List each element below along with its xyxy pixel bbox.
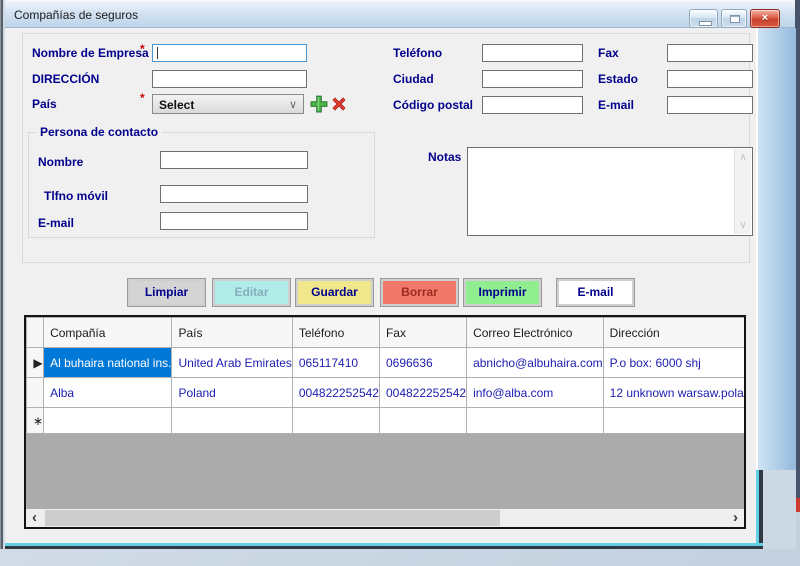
chevron-down-icon: ∨ — [289, 98, 297, 111]
title-bar[interactable]: Compañías de seguros — [0, 0, 795, 28]
maximize-button[interactable] — [721, 9, 747, 28]
notes-scrollbar: ∧ ∨ — [734, 149, 751, 234]
postal-code-label: Código postal — [393, 98, 473, 112]
contact-email-input[interactable] — [160, 212, 308, 230]
row-selector-new[interactable]: ∗ — [27, 408, 44, 434]
fax-label: Fax — [598, 46, 619, 60]
delete-button[interactable]: Borrar — [381, 279, 458, 306]
grid-cell[interactable]: 0696636 — [379, 348, 466, 378]
grid-cell[interactable]: abnicho@albuhaira.com — [467, 348, 604, 378]
grid-header-row: Compañía País Teléfono Fax Correo Electr… — [27, 318, 747, 348]
grid-cell[interactable] — [172, 408, 292, 434]
scrollbar-thumb[interactable] — [45, 510, 500, 526]
grid-cell[interactable] — [379, 408, 466, 434]
grid-cell[interactable] — [467, 408, 604, 434]
row-selector-current[interactable]: ▶ — [27, 348, 44, 378]
minimize-icon — [699, 21, 712, 26]
scroll-right-icon[interactable]: › — [727, 509, 744, 527]
contact-name-input[interactable] — [160, 151, 308, 169]
column-header-company[interactable]: Compañía — [44, 318, 172, 348]
column-header-phone[interactable]: Teléfono — [292, 318, 379, 348]
grid-cell[interactable]: Al buhaira national ins. — [44, 348, 172, 378]
grid-cell[interactable]: 004822252542 — [292, 378, 379, 408]
horizontal-scrollbar[interactable]: ‹ › — [26, 509, 744, 527]
grid-cell[interactable]: info@alba.com — [467, 378, 604, 408]
contact-group-title: Persona de contacto — [36, 125, 162, 139]
window-right-border — [756, 28, 796, 470]
companies-grid[interactable]: Compañía País Teléfono Fax Correo Electr… — [24, 315, 746, 529]
city-label: Ciudad — [393, 72, 434, 86]
edit-button[interactable]: Editar — [213, 279, 290, 306]
grid-cell[interactable] — [292, 408, 379, 434]
grid-cell[interactable] — [44, 408, 172, 434]
grid-cell[interactable]: Alba — [44, 378, 172, 408]
phone-input[interactable] — [482, 44, 583, 62]
notes-textarea[interactable]: ∧ ∨ — [467, 147, 753, 236]
address-label: DIRECCIÓN — [32, 72, 99, 86]
contact-mobile-label: Tlfno móvil — [44, 189, 108, 203]
state-input[interactable] — [667, 70, 753, 88]
country-select[interactable]: Select ∨ — [152, 94, 304, 114]
column-header-address[interactable]: Dirección — [603, 318, 746, 348]
scroll-up-icon: ∧ — [735, 152, 751, 163]
contact-email-label: E-mail — [38, 216, 74, 230]
postal-code-input[interactable] — [482, 96, 583, 114]
column-header-country[interactable]: País — [172, 318, 292, 348]
clear-button[interactable]: Limpiar — [128, 279, 205, 306]
notes-label: Notas — [428, 150, 461, 164]
state-label: Estado — [598, 72, 638, 86]
companies-table: Compañía País Teléfono Fax Correo Electr… — [26, 317, 746, 434]
close-button[interactable]: × — [750, 9, 780, 28]
column-header-email[interactable]: Correo Electrónico — [467, 318, 604, 348]
window-title: Compañías de seguros — [14, 8, 138, 22]
maximize-icon — [730, 15, 740, 23]
minimize-button[interactable] — [689, 9, 718, 28]
phone-label: Teléfono — [393, 46, 442, 60]
fax-input[interactable] — [667, 44, 753, 62]
contact-name-label: Nombre — [38, 155, 83, 169]
add-country-icon[interactable] — [310, 95, 328, 113]
city-input[interactable] — [482, 70, 583, 88]
country-required-mark: * — [140, 91, 145, 105]
scroll-down-icon: ∨ — [735, 220, 751, 231]
grid-cell[interactable]: Poland — [172, 378, 292, 408]
desktop-fragment — [763, 470, 796, 549]
company-name-label: Nombre de Empresa — [32, 46, 149, 60]
window-border-line — [0, 546, 763, 549]
print-button[interactable]: Imprimir — [464, 279, 541, 306]
address-input[interactable] — [152, 70, 307, 88]
row-selector[interactable] — [27, 378, 44, 408]
table-row-new: ∗ — [27, 408, 747, 434]
column-header-fax[interactable]: Fax — [379, 318, 466, 348]
delete-country-icon[interactable] — [331, 96, 347, 112]
email-button[interactable]: E-mail — [557, 279, 634, 306]
grid-cell[interactable]: 065117410 — [292, 348, 379, 378]
window-left-border — [0, 0, 5, 549]
country-selected-value: Select — [159, 98, 194, 112]
email-label: E-mail — [598, 98, 634, 112]
table-row: Alba Poland 004822252542 004822252542 in… — [27, 378, 747, 408]
company-required-mark: * — [140, 42, 145, 56]
text-caret — [157, 47, 158, 59]
contact-mobile-input[interactable] — [160, 185, 308, 203]
scroll-left-icon[interactable]: ‹ — [26, 509, 43, 527]
email-input[interactable] — [667, 96, 753, 114]
table-row: ▶ Al buhaira national ins. United Arab E… — [27, 348, 747, 378]
grid-cell[interactable] — [603, 408, 746, 434]
grid-cell[interactable]: 004822252542 — [379, 378, 466, 408]
grid-cell[interactable]: P.o box: 6000 shj — [603, 348, 746, 378]
company-name-input[interactable] — [152, 44, 307, 62]
grid-cell[interactable]: United Arab Emirates — [172, 348, 292, 378]
grid-cell[interactable]: 12 unknown warsaw.poland — [603, 378, 746, 408]
grid-corner-cell — [27, 318, 44, 348]
save-button[interactable]: Guardar — [296, 279, 373, 306]
country-label: País — [32, 97, 57, 111]
